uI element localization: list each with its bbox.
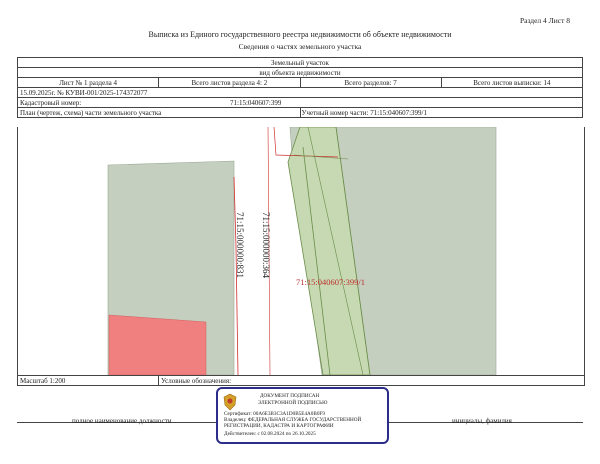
extract-sheets-total: Всего листов выписки: 14: [440, 77, 584, 88]
scale-label: Масштаб 1:200: [20, 377, 66, 385]
building-red: [108, 314, 207, 375]
road-label-364: 71:15:000000:364: [261, 212, 271, 279]
sheet-number: Лист № 1 раздела 4: [16, 77, 160, 88]
date-and-number: 15.09.2025г. № КУВИ-001/2025-174372077: [17, 87, 583, 98]
parcel-plan-map: 71:15:000000:831 71:15:000000:364 71:15:…: [107, 127, 497, 375]
stamp-line-5: РЕГИСТРАЦИИ, КАДАСТРА И КАРТОГРАФИИ: [224, 423, 334, 429]
emblem-icon: [223, 393, 237, 411]
extract-form-table: Земельный участок вид объекта недвижимос…: [16, 57, 584, 118]
electronic-signature-stamp: ДОКУМЕНТ ПОДПИСАН ЭЛЕКТРОННОЙ ПОДПИСЬЮ С…: [216, 387, 389, 444]
cadastral-number-value: 71:15:040607:399: [230, 98, 282, 107]
object-type-caption: вид объекта недвижимости: [17, 67, 583, 78]
stamp-line-1: ДОКУМЕНТ ПОДПИСАН: [260, 393, 320, 399]
part-number: Учетный номер части: 71:15:040607:399/1: [298, 107, 582, 118]
legend-label: Условные обозначения:: [161, 377, 232, 385]
sections-total: Всего разделов: 7: [299, 77, 442, 88]
plan-label: План (чертеж, схема) части земельного уч…: [17, 107, 301, 118]
stamp-line-2: ЭЛЕКТРОННОЙ ПОДПИСЬЮ: [258, 400, 328, 406]
signature-caption: инициалы, фамилия: [452, 417, 512, 425]
scale-legend-row: Масштаб 1:200 Условные обозначения:: [17, 375, 585, 386]
section-sheet-label: Раздел 4 Лист 8: [519, 16, 570, 25]
position-caption: полное наименование должности: [72, 417, 172, 425]
parcel-part-label: 71:15:040607:399/1: [296, 277, 365, 287]
document-subtitle: Сведения о частях земельного участка: [238, 42, 362, 51]
stamp-line-6: Действителен: с 02.08.2024 по 26.10.2025: [224, 431, 316, 437]
object-type: Земельный участок: [17, 57, 583, 68]
road-label-831: 71:15:000000:831: [235, 212, 245, 278]
section-sheets-total: Всего листов раздела 4: 2: [158, 77, 301, 88]
document-title: Выписка из Единого государственного реес…: [148, 30, 452, 39]
